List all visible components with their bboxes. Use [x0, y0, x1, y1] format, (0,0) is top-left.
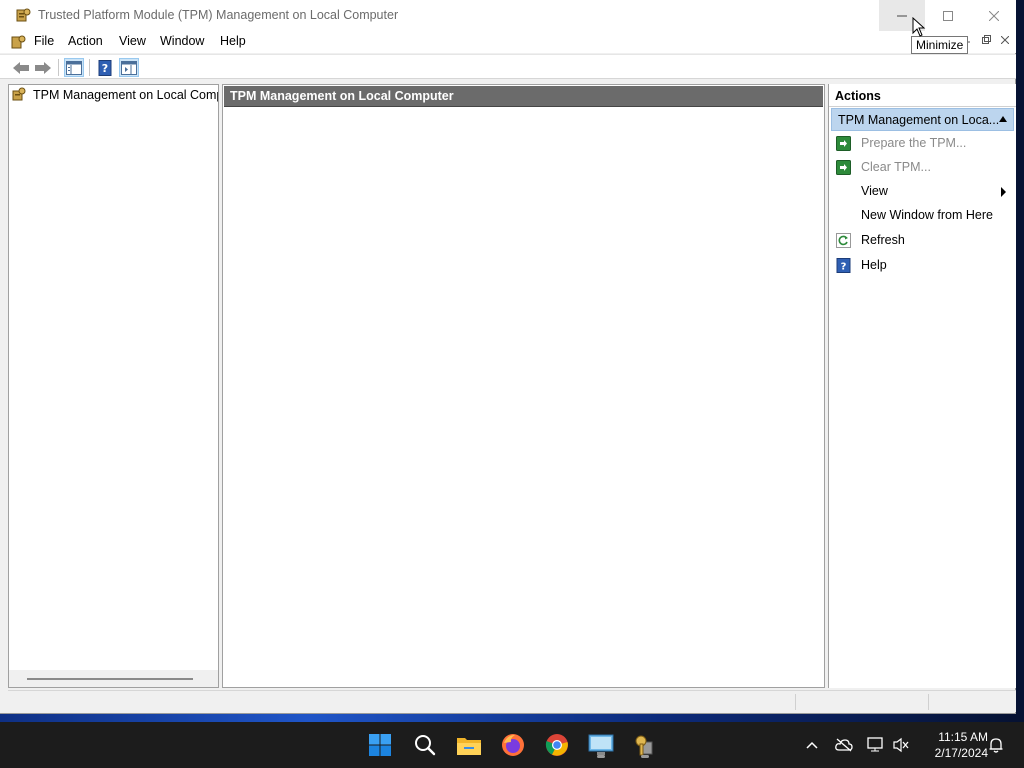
taskbar-clock[interactable]: 11:15 AM 2/17/2024 — [918, 729, 988, 761]
refresh-icon — [836, 233, 851, 248]
action-label: Refresh — [861, 233, 905, 247]
remote-desktop-icon — [588, 734, 614, 755]
cloud-offline-icon[interactable] — [835, 736, 853, 754]
start-icon — [369, 734, 391, 756]
green-arrow-icon — [836, 160, 851, 175]
action-label: New Window from Here — [861, 208, 993, 222]
back-button[interactable] — [11, 58, 31, 77]
action-view[interactable]: View — [829, 180, 1015, 204]
mmc-window: Trusted Platform Module (TPM) Management… — [0, 0, 1016, 714]
taskbar-tpm-management[interactable] — [629, 729, 661, 761]
file-explorer-icon — [457, 738, 481, 755]
forward-arrow-icon — [35, 61, 51, 74]
network-icon[interactable] — [867, 736, 885, 754]
action-clear-tpm[interactable]: Clear TPM... — [829, 156, 1015, 180]
show-hide-action-pane-button[interactable] — [119, 58, 139, 77]
taskbar-file-explorer[interactable] — [453, 729, 485, 761]
console-tree-pane: TPM Management on Local Comp — [8, 84, 219, 688]
notifications-bell-icon[interactable] — [987, 736, 1005, 754]
toolbar: ? — [0, 54, 1016, 79]
volume-muted-icon[interactable] — [892, 736, 910, 754]
action-prepare-tpm[interactable]: Prepare the TPM... — [829, 132, 1015, 156]
mdi-close-icon[interactable] — [1000, 35, 1010, 47]
chrome-icon — [545, 734, 568, 756]
firefox-icon — [502, 734, 524, 756]
action-label: Clear TPM... — [861, 160, 931, 174]
green-arrow-icon — [836, 136, 851, 151]
menu-window[interactable]: Window — [160, 34, 204, 48]
menu-help[interactable]: Help — [220, 34, 246, 48]
console-tree-icon — [66, 60, 82, 75]
action-new-window-from-here[interactable]: New Window from Here — [829, 204, 1015, 228]
status-bar — [8, 690, 1016, 712]
actions-pane: Actions TPM Management on Loca... Prepar… — [828, 84, 1016, 688]
action-label: Help — [861, 258, 887, 272]
show-hidden-icons-chevron-icon[interactable] — [803, 736, 821, 754]
forward-button[interactable] — [33, 58, 53, 77]
action-label: Prepare the TPM... — [861, 136, 967, 150]
minimize-tooltip: Minimize — [911, 36, 968, 54]
show-hide-console-tree-button[interactable] — [64, 58, 84, 77]
result-pane: TPM Management on Local Computer — [222, 84, 825, 688]
help-book-icon: ? — [98, 59, 112, 76]
actions-group-tpm-management[interactable]: TPM Management on Loca... — [831, 108, 1014, 131]
scrollbar-thumb[interactable] — [27, 678, 193, 680]
search-icon — [415, 735, 436, 756]
actions-header: Actions — [829, 85, 1016, 107]
status-divider — [795, 694, 796, 710]
running-indicator — [597, 755, 605, 758]
maximize-button[interactable] — [925, 0, 971, 31]
taskbar-search-button[interactable] — [409, 729, 441, 761]
running-indicator — [641, 755, 649, 758]
menu-bar: File Action View Window Help — [0, 31, 1016, 53]
taskbar-remote-desktop[interactable] — [585, 729, 617, 761]
taskbar-firefox[interactable] — [497, 729, 529, 761]
menu-action[interactable]: Action — [68, 34, 103, 48]
close-button[interactable] — [971, 0, 1017, 31]
start-button[interactable] — [364, 729, 396, 761]
tpm-key-icon — [15, 7, 31, 23]
window-title: Trusted Platform Module (TPM) Management… — [38, 8, 399, 22]
taskbar: 11:15 AM 2/17/2024 — [0, 722, 1024, 768]
clock-time: 11:15 AM — [938, 730, 988, 744]
menu-file[interactable]: File — [34, 34, 54, 48]
action-help[interactable]: ? Help — [829, 254, 1015, 278]
help-icon: ? — [836, 258, 851, 273]
result-pane-header: TPM Management on Local Computer — [224, 86, 823, 107]
mouse-cursor-icon — [912, 17, 926, 37]
actions-group-label: TPM Management on Loca... — [838, 113, 1000, 127]
help-button[interactable]: ? — [95, 58, 115, 77]
submenu-arrow-icon — [1001, 187, 1006, 197]
menu-view[interactable]: View — [119, 34, 146, 48]
toolbar-separator — [89, 59, 90, 76]
tree-item-label: TPM Management on Local Comp — [33, 88, 219, 102]
mdi-restore-icon[interactable] — [982, 35, 991, 47]
clock-date: 2/17/2024 — [934, 746, 988, 760]
svg-text:?: ? — [841, 262, 847, 273]
action-label: View — [861, 184, 888, 198]
action-refresh[interactable]: Refresh — [829, 229, 1015, 253]
mmc-system-menu-icon[interactable] — [10, 34, 26, 50]
collapse-up-arrow-icon[interactable] — [999, 116, 1007, 122]
tpm-key-icon — [11, 86, 27, 105]
toolbar-separator — [58, 59, 59, 76]
tree-item-tpm-management[interactable]: TPM Management on Local Comp — [11, 86, 219, 105]
tpm-icon — [635, 735, 653, 756]
tree-horizontal-scrollbar[interactable] — [9, 670, 218, 687]
back-arrow-icon — [13, 61, 29, 74]
action-pane-icon — [121, 60, 137, 75]
title-bar[interactable]: Trusted Platform Module (TPM) Management… — [0, 0, 1016, 31]
status-divider — [928, 694, 929, 710]
taskbar-chrome[interactable] — [541, 729, 573, 761]
svg-text:?: ? — [102, 62, 108, 75]
